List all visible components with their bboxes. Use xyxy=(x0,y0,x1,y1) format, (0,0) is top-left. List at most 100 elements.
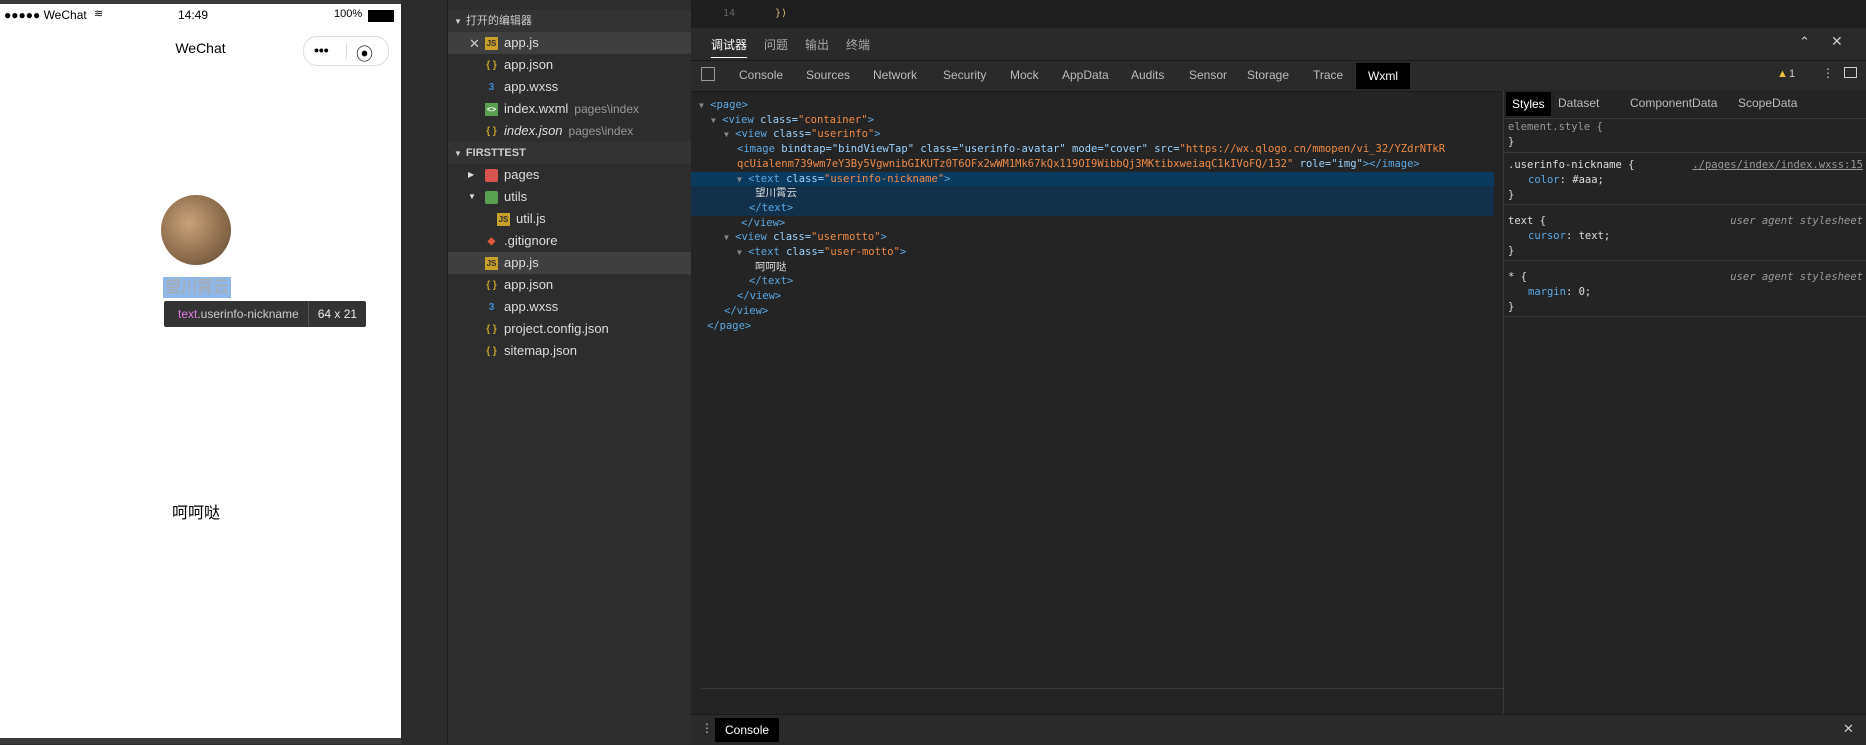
project-header[interactable]: ▼ FIRSTTEST xyxy=(448,142,692,164)
wxml-tag: </view> xyxy=(724,304,769,317)
tab-audits[interactable]: Audits xyxy=(1131,68,1164,82)
tab-sources[interactable]: Sources xyxy=(806,68,850,82)
open-file-item[interactable]: { } app.json xyxy=(448,54,692,76)
file-explorer: ▼ 打开的编辑器 ✕ JS app.js { } app.json 3 app.w… xyxy=(447,0,693,744)
tab-debugger[interactable]: 调试器 xyxy=(711,36,748,58)
tree-file[interactable]: ◆ .gitignore xyxy=(448,230,692,252)
open-file-item[interactable]: ✕ JS app.js xyxy=(448,32,692,54)
json-file-icon: { } xyxy=(486,324,497,335)
git-icon: ◆ xyxy=(487,236,496,247)
wxml-attr-value: "https://wx.qlogo.cn/mmopen/vi_32/YZdrNT… xyxy=(1179,143,1446,156)
wxml-attr: class= xyxy=(786,246,825,258)
navigation-bar: WeChat ••• ⦿ xyxy=(0,26,401,72)
wxml-node-page[interactable]: ▼ <page> xyxy=(699,98,748,114)
more-options-icon[interactable]: ⋮ xyxy=(1822,66,1834,80)
more-icon[interactable]: ••• xyxy=(314,42,329,58)
wifi-icon: ≋ xyxy=(94,8,104,20)
rule-close: } xyxy=(1508,189,1515,201)
warning-icon[interactable]: ▲ xyxy=(1777,68,1788,80)
battery-icon xyxy=(368,10,394,22)
folder-open-icon xyxy=(485,191,498,204)
project-title: FIRSTTEST xyxy=(465,147,526,159)
capsule-divider xyxy=(346,43,347,59)
wxml-node-view[interactable]: ▼ <view class="userinfo"> xyxy=(724,127,881,143)
collapse-arrow-icon: ▼ xyxy=(699,101,704,110)
open-editors-title: 打开的编辑器 xyxy=(465,15,532,27)
json-file-icon: { } xyxy=(486,60,497,71)
tab-terminal[interactable]: 终端 xyxy=(846,36,870,53)
css-value: text; xyxy=(1578,230,1611,242)
open-editors-header[interactable]: ▼ 打开的编辑器 xyxy=(448,10,692,32)
tab-trace[interactable]: Trace xyxy=(1313,68,1343,82)
json-file-icon: { } xyxy=(486,346,497,357)
open-file-item[interactable]: 3 app.wxss xyxy=(448,76,692,98)
tree-folder[interactable]: ▶ pages xyxy=(448,164,692,186)
inspect-element-icon[interactable] xyxy=(701,67,715,81)
json-file-icon: { } xyxy=(486,280,497,291)
wxml-node-text-selected[interactable]: ▼ <text class="userinfo-nickname"> xyxy=(691,171,1494,188)
rule-source: user agent stylesheet xyxy=(1730,271,1863,283)
collapse-arrow-icon: ▼ xyxy=(737,174,742,184)
tree-file[interactable]: JS app.js xyxy=(448,252,692,274)
tab-scopedata[interactable]: ScopeData xyxy=(1738,96,1797,110)
tab-dataset[interactable]: Dataset xyxy=(1558,96,1599,110)
warning-count: 1 xyxy=(1789,68,1796,80)
open-file-name: index.json xyxy=(504,123,563,138)
rule-declaration[interactable]: color: #aaa; xyxy=(1504,173,1866,188)
close-icon[interactable]: ✕ xyxy=(1831,33,1843,50)
wxml-node-text[interactable]: ▼ <text class="user-motto"> xyxy=(737,245,906,261)
tree-folder[interactable]: ▼ utils xyxy=(448,186,692,208)
wxml-node-image[interactable]: <image bindtap="bindViewTap" class="user… xyxy=(737,142,1445,157)
tab-security[interactable]: Security xyxy=(943,68,986,82)
open-file-item[interactable]: { } index.json pages\index xyxy=(448,120,692,142)
dock-icon[interactable] xyxy=(1844,67,1857,78)
tab-console[interactable]: Console xyxy=(739,68,783,82)
wxml-node-image-cont[interactable]: qcUialenm739wm7eY3By5VgwnibGIKUTz0T6OFx2… xyxy=(737,157,1420,172)
close-icon[interactable]: ✕ xyxy=(1843,721,1854,737)
wxml-attr: class= xyxy=(773,231,812,244)
tab-storage[interactable]: Storage xyxy=(1247,68,1289,82)
open-file-item[interactable]: <> index.wxml pages\index xyxy=(448,98,692,120)
tree-file[interactable]: { } app.json xyxy=(448,274,692,296)
userinfo-avatar[interactable] xyxy=(161,195,231,265)
wxml-node-view[interactable]: ▼ <view class="container"> xyxy=(711,113,874,129)
tab-wxml[interactable]: Wxml xyxy=(1356,63,1410,89)
tooltip-class: .userinfo-nickname xyxy=(197,307,299,321)
tooltip-tag: text xyxy=(178,307,198,321)
rule-declaration[interactable]: margin: 0; xyxy=(1504,285,1866,300)
drawer-menu-icon[interactable]: ⋮ xyxy=(701,721,713,735)
tree-file[interactable]: 3 app.wxss xyxy=(448,296,692,318)
wxml-node-view[interactable]: ▼ <view class="usermotto"> xyxy=(724,230,887,246)
tab-componentdata[interactable]: ComponentData xyxy=(1630,96,1717,110)
style-rule-nickname: .userinfo-nickname { ./pages/index/index… xyxy=(1504,158,1866,205)
rule-declaration[interactable]: cursor: text; xyxy=(1504,229,1866,244)
tooltip-selector: text.userinfo-nickname xyxy=(164,301,309,327)
tree-item-name: app.js xyxy=(504,255,539,270)
wxml-tag: <image xyxy=(737,143,775,156)
rule-source-link[interactable]: ./pages/index/index.wxss:15 xyxy=(1692,158,1863,173)
tree-file[interactable]: { } sitemap.json xyxy=(448,340,692,362)
close-miniprogram-icon[interactable]: ⦿ xyxy=(356,40,373,65)
tab-problems[interactable]: 问题 xyxy=(764,36,788,53)
tab-styles[interactable]: Styles xyxy=(1506,92,1551,116)
tab-mock[interactable]: Mock xyxy=(1010,68,1039,82)
tree-file[interactable]: { } project.config.json xyxy=(448,318,692,340)
tab-network[interactable]: Network xyxy=(873,68,917,82)
open-file-name: app.json xyxy=(504,57,554,72)
wxml-attr: class= xyxy=(773,128,812,141)
wxml-tag: </text> xyxy=(749,275,794,288)
code-line: }) xyxy=(775,8,788,19)
tab-output[interactable]: 输出 xyxy=(805,36,829,53)
wxml-tag: <page> xyxy=(710,99,749,111)
wxml-tag: ></image> xyxy=(1362,157,1420,170)
console-drawer-tab[interactable]: Console xyxy=(715,718,780,742)
wxml-close-page: </page> xyxy=(707,319,751,334)
close-icon[interactable]: ✕ xyxy=(468,37,481,50)
collapse-up-icon[interactable]: ⌃ xyxy=(1799,34,1810,50)
tab-appdata[interactable]: AppData xyxy=(1062,68,1109,82)
js-file-icon: JS xyxy=(485,257,498,270)
css-property: cursor xyxy=(1528,230,1566,242)
tab-sensor[interactable]: Sensor xyxy=(1189,68,1227,82)
tree-file[interactable]: JS util.js xyxy=(448,208,692,230)
wxml-close-text: </text> xyxy=(749,274,793,289)
